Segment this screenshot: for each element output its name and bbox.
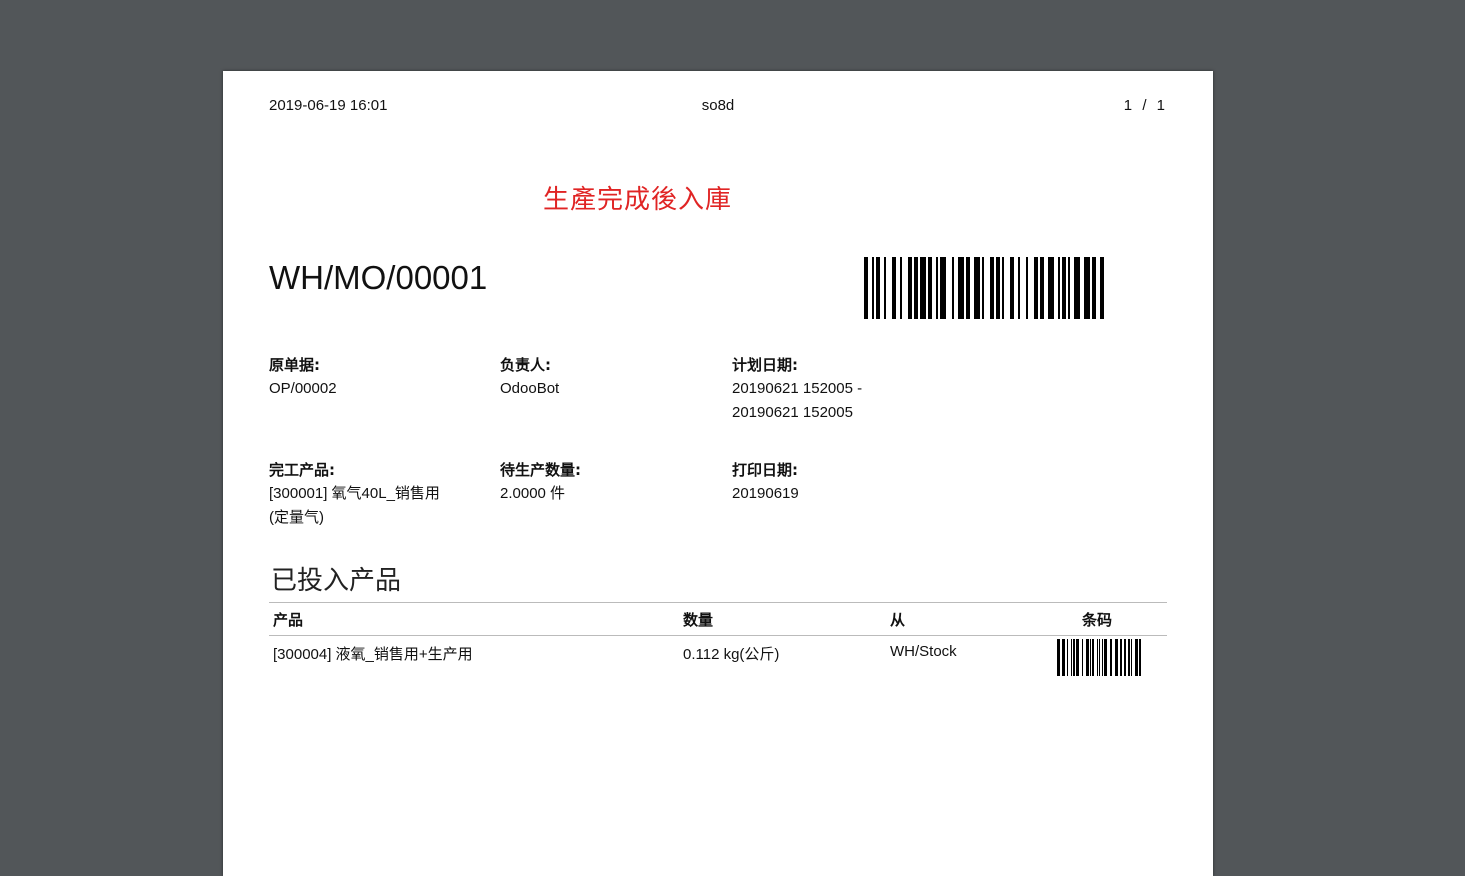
barcode-bar	[1110, 639, 1112, 676]
barcode-bar	[1104, 639, 1107, 676]
finished-product-line2: (定量气)	[269, 509, 324, 526]
barcode-bar	[900, 257, 902, 319]
finished-product-line1: [300001] 氧气40L_销售用	[269, 485, 440, 502]
barcode-bar	[1097, 639, 1098, 676]
barcode-bar	[1084, 257, 1090, 319]
barcode-bar	[876, 257, 880, 319]
quantity-to-produce-value: 2.0000 件	[500, 485, 566, 502]
barcode-bar	[996, 257, 1000, 319]
planned-date-start: 20190621 152005 -	[732, 380, 863, 397]
barcode-bar	[1067, 639, 1068, 676]
quantity-to-produce-label: 待生产数量:	[500, 461, 581, 479]
barcode-bar	[1076, 639, 1079, 676]
row-from: WH/Stock	[890, 643, 957, 660]
barcode-bar	[1139, 639, 1141, 676]
barcode-bar	[940, 257, 946, 319]
barcode-bar	[1090, 639, 1091, 676]
stamp-text: 生產完成後入庫	[543, 185, 733, 215]
finished-product-value: [300001] 氧气40L_销售用 (定量气)	[269, 482, 440, 530]
barcode-bar	[1099, 639, 1100, 676]
responsible-label: 负责人:	[500, 356, 551, 374]
row-barcode	[1057, 639, 1141, 676]
planned-date-label: 计划日期:	[732, 356, 798, 374]
table-top-rule	[269, 602, 1167, 603]
barcode-bar	[1040, 257, 1044, 319]
barcode-bar	[1102, 639, 1103, 676]
column-header-from: 从	[890, 611, 906, 629]
consumed-products-title: 已投入产品	[271, 566, 402, 596]
responsible-value: OdooBot	[500, 380, 560, 397]
barcode-bar	[1062, 257, 1066, 319]
barcode-bar	[1128, 639, 1130, 676]
barcode-bar	[958, 257, 964, 319]
company-name: so8d	[701, 97, 735, 114]
barcode-bar	[1131, 639, 1132, 676]
page-counter: 1 / 1	[1124, 97, 1165, 114]
page-total: 1	[1156, 97, 1165, 114]
barcode-bar	[1026, 257, 1028, 319]
barcode-bar	[966, 257, 970, 319]
barcode-bar	[1120, 639, 1122, 676]
barcode-bar	[1074, 257, 1080, 319]
barcode-bar	[1135, 639, 1138, 676]
planned-date-end: 20190621 152005	[732, 404, 853, 421]
page-current: 1	[1123, 97, 1133, 114]
barcode-bar	[1002, 257, 1004, 319]
barcode-bar	[864, 257, 868, 319]
column-header-product: 产品	[273, 611, 304, 629]
print-date-value: 20190619	[732, 485, 799, 502]
table-header-rule	[269, 635, 1167, 636]
column-header-barcode: 条码	[1082, 611, 1113, 629]
page-separator: /	[1142, 97, 1147, 114]
print-date-label: 打印日期:	[732, 461, 798, 479]
barcode-bar	[1071, 639, 1072, 676]
barcode-bar	[928, 257, 932, 319]
report-page: 2019-06-19 16:01 so8d 1 / 1 生產完成後入庫 WH/M…	[223, 71, 1213, 876]
barcode-bar	[872, 257, 874, 319]
barcode-bar	[1068, 257, 1070, 319]
column-header-quantity: 数量	[683, 611, 714, 629]
barcode-bar	[1057, 639, 1060, 676]
origin-value: OP/00002	[269, 380, 337, 397]
barcode-bar	[914, 257, 918, 319]
barcode-bar	[982, 257, 984, 319]
origin-label: 原单据:	[269, 356, 320, 374]
barcode-bar	[1100, 257, 1104, 319]
barcode-bar	[1115, 639, 1118, 676]
barcode-bar	[1010, 257, 1014, 319]
planned-date-value: 20190621 152005 - 20190621 152005	[732, 377, 862, 425]
barcode-bar	[974, 257, 980, 319]
row-quantity: 0.112 kg(公斤)	[683, 646, 780, 663]
barcode-bar	[884, 257, 886, 319]
barcode-bar	[990, 257, 994, 319]
finished-product-label: 完工产品:	[269, 461, 335, 479]
barcode-bar	[892, 257, 896, 319]
barcode-bar	[1082, 639, 1083, 676]
barcode-bar	[1062, 639, 1065, 676]
barcode-bar	[920, 257, 926, 319]
barcode-bar	[936, 257, 938, 319]
barcode-bar	[1092, 639, 1094, 676]
document-title: WH/MO/00001	[269, 259, 488, 296]
barcode-bar	[1034, 257, 1038, 319]
barcode-bar	[1086, 639, 1089, 676]
barcode-bar	[1018, 257, 1020, 319]
barcode-bar	[1124, 639, 1126, 676]
barcode-bar	[1048, 257, 1054, 319]
document-barcode	[864, 257, 1104, 319]
barcode-bar	[952, 257, 954, 319]
barcode-bar	[1058, 257, 1060, 319]
barcode-bar	[1073, 639, 1075, 676]
barcode-bar	[908, 257, 912, 319]
row-product: [300004] 液氧_销售用+生产用	[273, 646, 473, 663]
barcode-bar	[1092, 257, 1096, 319]
